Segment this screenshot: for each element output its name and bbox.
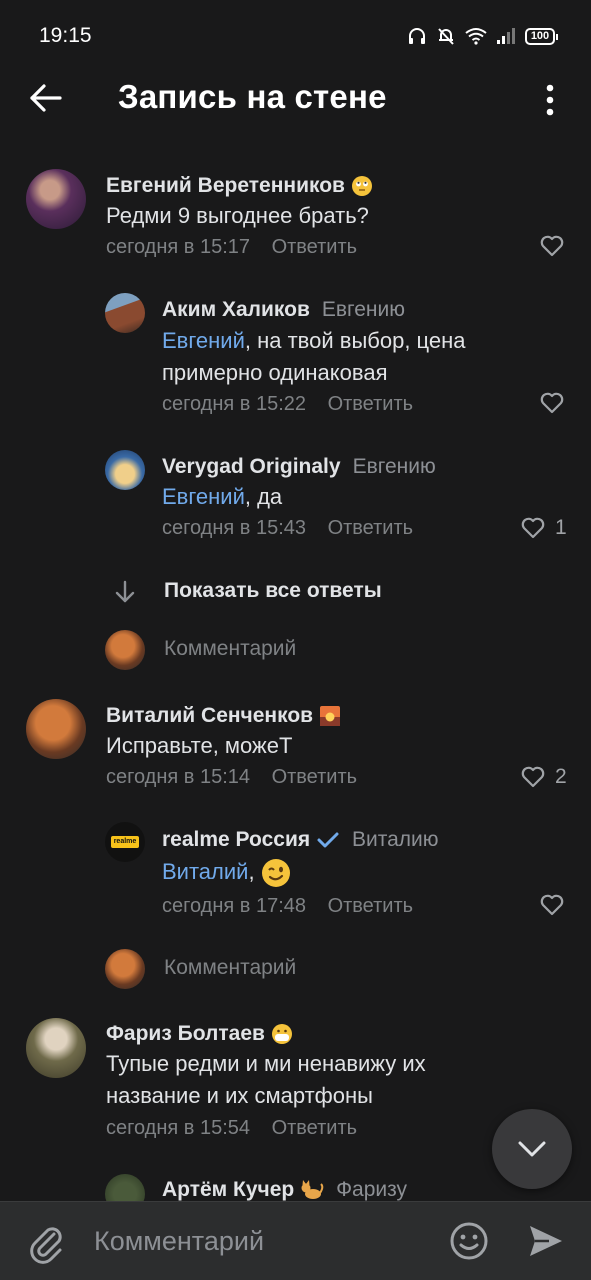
comment-meta: сегодня в 17:48 Ответить [162,895,413,918]
write-comment-row[interactable]: Комментарий [0,628,591,672]
like-button[interactable] [540,235,564,257]
comment-text: Исправьте, можеТ [106,733,293,758]
reply-button[interactable]: Ответить [272,766,358,788]
brand-logo: realme [110,836,140,848]
back-button[interactable] [26,78,66,118]
reply-to-label[interactable]: Фаризу [336,1178,407,1201]
reply-button[interactable]: Ответить [328,517,414,539]
write-comment-label: Комментарий [164,956,297,979]
like-button[interactable]: 2 [521,765,567,789]
bell-muted-icon [438,28,454,45]
like-count: 1 [555,516,567,539]
winking-face-emoji-icon [261,859,290,888]
comment-text: Евгений, на твой выбор, цена примерно од… [162,328,466,385]
signal-icon [497,28,515,44]
attach-icon[interactable] [26,1222,66,1264]
status-bar: 19:15 100 [0,0,591,70]
headphones-icon [409,28,425,44]
like-button[interactable] [540,894,564,916]
comment-input[interactable]: Комментарий [94,1226,264,1257]
comment-time: сегодня в 15:43 [162,517,306,539]
scroll-down-button[interactable] [492,1109,572,1189]
app-header: Запись на стене [0,70,591,130]
emoji-mask-face-icon [271,1024,292,1045]
avatar[interactable] [26,699,86,759]
heart-icon [540,392,564,414]
comment-time: сегодня в 15:22 [162,393,306,415]
comment-meta: сегодня в 15:54 Ответить [106,1117,357,1140]
comment-text: Евгений, да [162,484,283,509]
like-count: 2 [555,765,567,788]
comment-time: сегодня в 15:17 [106,236,250,258]
arrow-down-icon [115,580,135,603]
avatar[interactable] [105,450,145,490]
chevron-down-icon [518,1141,546,1157]
comment-author[interactable]: realme Россия Виталию [162,828,439,852]
write-comment-label: Комментарий [164,637,297,660]
reply-button[interactable]: Ответить [272,1117,358,1139]
comment-meta: сегодня в 15:22 Ответить [162,393,413,416]
comment-meta: сегодня в 15:14 Ответить [106,766,357,789]
comment-author[interactable]: Фариз Болтаев [106,1022,293,1046]
more-vertical-icon [546,84,554,116]
my-avatar [105,630,145,670]
verified-check-icon [317,832,339,848]
mention-link[interactable]: Евгений [162,328,245,353]
comment-author[interactable]: Евгений Веретенников [106,174,373,198]
status-icons: 100 [407,24,558,48]
mention-link[interactable]: Евгений [162,484,245,509]
arrow-left-icon [30,84,62,112]
more-options-button[interactable] [536,80,564,120]
heart-icon [540,894,564,916]
comment-composer: Комментарий [0,1201,591,1280]
reply-button[interactable]: Ответить [328,895,414,917]
comment-time: сегодня в 15:14 [106,766,250,788]
write-comment-row[interactable]: Комментарий [0,947,591,991]
emoji-rolling-eyes-icon [351,176,372,197]
reply-to-label[interactable]: Виталию [352,828,439,851]
comment-time: сегодня в 17:48 [162,895,306,917]
page-title: Запись на стене [118,78,387,115]
comment-meta: сегодня в 15:43 Ответить [162,517,413,540]
comment-meta: сегодня в 15:17 Ответить [106,236,357,259]
avatar[interactable] [105,293,145,333]
like-button[interactable] [540,392,564,414]
reply-button[interactable]: Ответить [328,393,414,415]
wifi-icon [465,28,487,45]
comment-author[interactable]: Verygad Originaly Евгению [162,455,436,479]
comment-author[interactable]: Аким Халиков Евгению [162,298,405,322]
comment-author[interactable]: Артём Кучер Фаризу [162,1178,407,1202]
emoji-picker-icon[interactable] [449,1221,489,1261]
battery-indicator: 100 [525,27,558,45]
avatar[interactable] [26,169,86,229]
show-all-replies-button[interactable]: Показать все ответы [0,570,591,614]
comment-text: Редми 9 выгоднее брать? [106,203,369,228]
mention-link[interactable]: Виталий [162,859,248,884]
avatar[interactable]: realme [105,822,145,862]
send-icon[interactable] [527,1223,565,1259]
my-avatar [105,949,145,989]
heart-icon [521,517,545,539]
reply-to-label[interactable]: Евгению [322,298,405,321]
heart-icon [540,235,564,257]
comment-time: сегодня в 15:54 [106,1117,250,1139]
sunset-emoji-icon [319,706,340,727]
status-time: 19:15 [39,24,92,47]
comment-text: Виталий, [162,856,291,888]
heart-icon [521,766,545,788]
comment-author[interactable]: Виталий Сенченков [106,704,341,728]
like-button[interactable]: 1 [521,516,567,540]
show-all-replies-label: Показать все ответы [164,579,382,602]
avatar[interactable] [26,1018,86,1078]
cat-emoji-icon [301,1180,324,1200]
reply-to-label[interactable]: Евгению [353,455,436,478]
reply-button[interactable]: Ответить [272,236,358,258]
comment-text: Тупые редми и ми ненавижу их название и … [106,1051,426,1108]
